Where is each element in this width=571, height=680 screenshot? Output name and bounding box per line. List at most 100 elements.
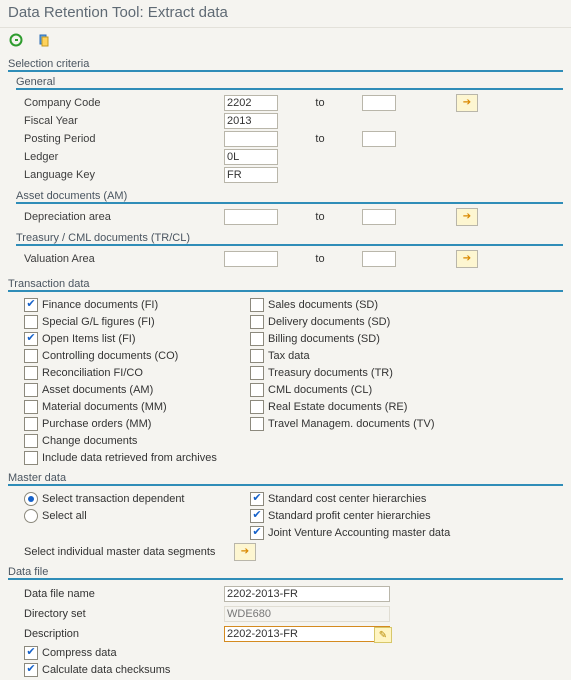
radio-transaction-dependent[interactable] [24,492,38,506]
checkbox-label: Standard cost center hierarchies [268,493,426,505]
page-title: Data Retention Tool: Extract data [0,0,571,28]
checkbox-row: ✔ Standard cost center hierarchies [250,490,510,507]
transaction-right-column: Sales documents (SD)Delivery documents (… [234,296,510,466]
checkbox-row: ✔Joint Venture Accounting master data [250,524,510,541]
multiple-selection-button[interactable]: ➔ [456,94,478,112]
valuation-area-from[interactable] [224,251,278,267]
checkbox[interactable] [24,315,38,329]
radio-label: Select transaction dependent [42,493,185,505]
checkbox-row: ✔Open Items list (FI) [24,330,234,347]
checkbox[interactable] [250,400,264,414]
checkbox-row: Material documents (MM) [24,398,234,415]
checkbox-label: CML documents (CL) [268,384,372,396]
compress-checkbox[interactable]: ✔ [24,646,38,660]
segments-button[interactable]: ➔ [234,543,256,561]
checkbox-label: Include data retrieved from archives [42,452,217,464]
checkbox[interactable] [250,298,264,312]
checkbox-row: Purchase orders (MM) [24,415,234,432]
to-label: to [278,130,362,148]
checkbox[interactable] [250,366,264,380]
selection-criteria-label: Selection criteria [8,58,563,70]
depreciation-area-to[interactable] [362,209,396,225]
checkbox-label: Purchase orders (MM) [42,418,151,430]
posting-period-from[interactable] [224,131,278,147]
checkbox[interactable] [250,315,264,329]
check-icon: ✔ [26,299,35,310]
checkbox[interactable]: ✔ [250,492,264,506]
checkbox[interactable]: ✔ [24,332,38,346]
company-code-label: Company Code [8,94,224,112]
check-icon: ✔ [252,527,261,538]
checkbox[interactable]: ✔ [24,298,38,312]
ledger-input[interactable] [224,149,278,165]
checkbox-label: Finance documents (FI) [42,299,158,311]
depreciation-area-label: Depreciation area [8,208,224,226]
check-icon: ✔ [252,510,261,521]
checkbox-label: Change documents [42,435,137,447]
checkbox-label: Standard profit center hierarchies [268,510,431,522]
checkbox[interactable] [24,349,38,363]
to-label: to [278,208,362,226]
checkbox-row: Billing documents (SD) [250,330,510,347]
checkbox-row: Asset documents (AM) [24,381,234,398]
radio-select-all[interactable] [24,509,38,523]
checkbox-label: Travel Managem. documents (TV) [268,418,434,430]
edit-icon[interactable]: ✎ [374,627,392,643]
document-icon[interactable] [36,32,52,48]
checkbox[interactable] [24,383,38,397]
data-file-label: Data file [8,566,563,578]
arrow-right-icon: ➔ [241,546,249,557]
check-icon: ✔ [252,493,261,504]
checksums-label: Calculate data checksums [42,664,170,676]
checkbox-row: ✔ Standard profit center hierarchies [250,507,510,524]
language-key-label: Language Key [8,166,224,184]
checkbox-row: Controlling documents (CO) [24,347,234,364]
checkbox[interactable] [24,400,38,414]
directory-set-label: Directory set [8,608,224,620]
checkbox-label: Controlling documents (CO) [42,350,178,362]
transaction-left-column: ✔ Finance documents (FI) Special G/L figur… [8,296,234,466]
checkbox-row: Special G/L figures (FI) [24,313,234,330]
checkbox[interactable]: ✔ [250,526,264,540]
multiple-selection-button[interactable]: ➔ [456,250,478,268]
checkbox[interactable] [24,417,38,431]
posting-period-label: Posting Period [8,130,224,148]
checkbox-row: Real Estate documents (RE) [250,398,510,415]
treasury-label: Treasury / CML documents (TR/CL) [16,232,563,244]
checkbox-label: Sales documents (SD) [268,299,378,311]
checkbox[interactable] [24,366,38,380]
depreciation-area-from[interactable] [224,209,278,225]
checkbox[interactable] [24,434,38,448]
checkbox[interactable] [250,349,264,363]
valuation-area-to[interactable] [362,251,396,267]
checkbox[interactable] [250,332,264,346]
checkbox-row: Treasury documents (TR) [250,364,510,381]
valuation-area-label: Valuation Area [8,250,224,268]
description-label: Description [8,628,224,640]
master-data-label: Master data [8,472,563,484]
check-icon: ✔ [26,333,35,344]
checkbox[interactable]: ✔ [250,509,264,523]
arrow-right-icon: ➔ [463,250,471,268]
checkbox-row: Reconciliation FI/CO [24,364,234,381]
language-key-input[interactable] [224,167,278,183]
checkbox-row: Tax data [250,347,510,364]
execute-icon[interactable] [8,32,24,48]
checkbox[interactable] [250,383,264,397]
checkbox[interactable] [250,417,264,431]
arrow-right-icon: ➔ [463,208,471,226]
checkbox-label: Special G/L figures (FI) [42,316,155,328]
checkbox[interactable] [24,451,38,465]
fiscal-year-input[interactable] [224,113,278,129]
multiple-selection-button[interactable]: ➔ [456,208,478,226]
checkbox-label: Billing documents (SD) [268,333,380,345]
to-label: to [278,250,362,268]
posting-period-to[interactable] [362,131,396,147]
company-code-to[interactable] [362,95,396,111]
asset-docs-label: Asset documents (AM) [16,190,563,202]
file-name-input[interactable] [224,586,390,602]
to-label: to [278,94,362,112]
company-code-from[interactable] [224,95,278,111]
description-input[interactable] [224,626,390,642]
checksums-checkbox[interactable]: ✔ [24,663,38,677]
